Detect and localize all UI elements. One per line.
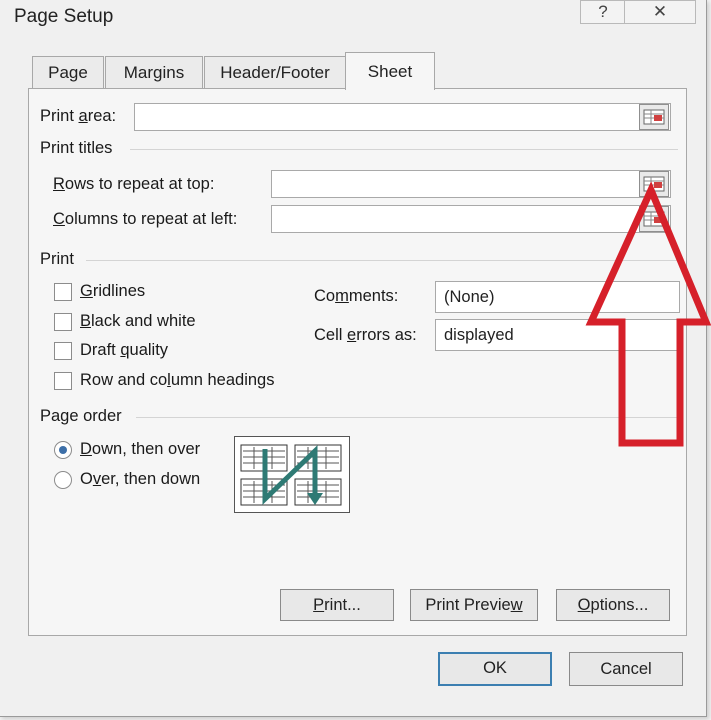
tab-sheet[interactable]: Sheet bbox=[345, 52, 435, 90]
page-setup-dialog: Page Setup ? ✕ Page Margins Header/Foote… bbox=[0, 0, 711, 717]
annotation-arrow bbox=[585, 181, 711, 447]
